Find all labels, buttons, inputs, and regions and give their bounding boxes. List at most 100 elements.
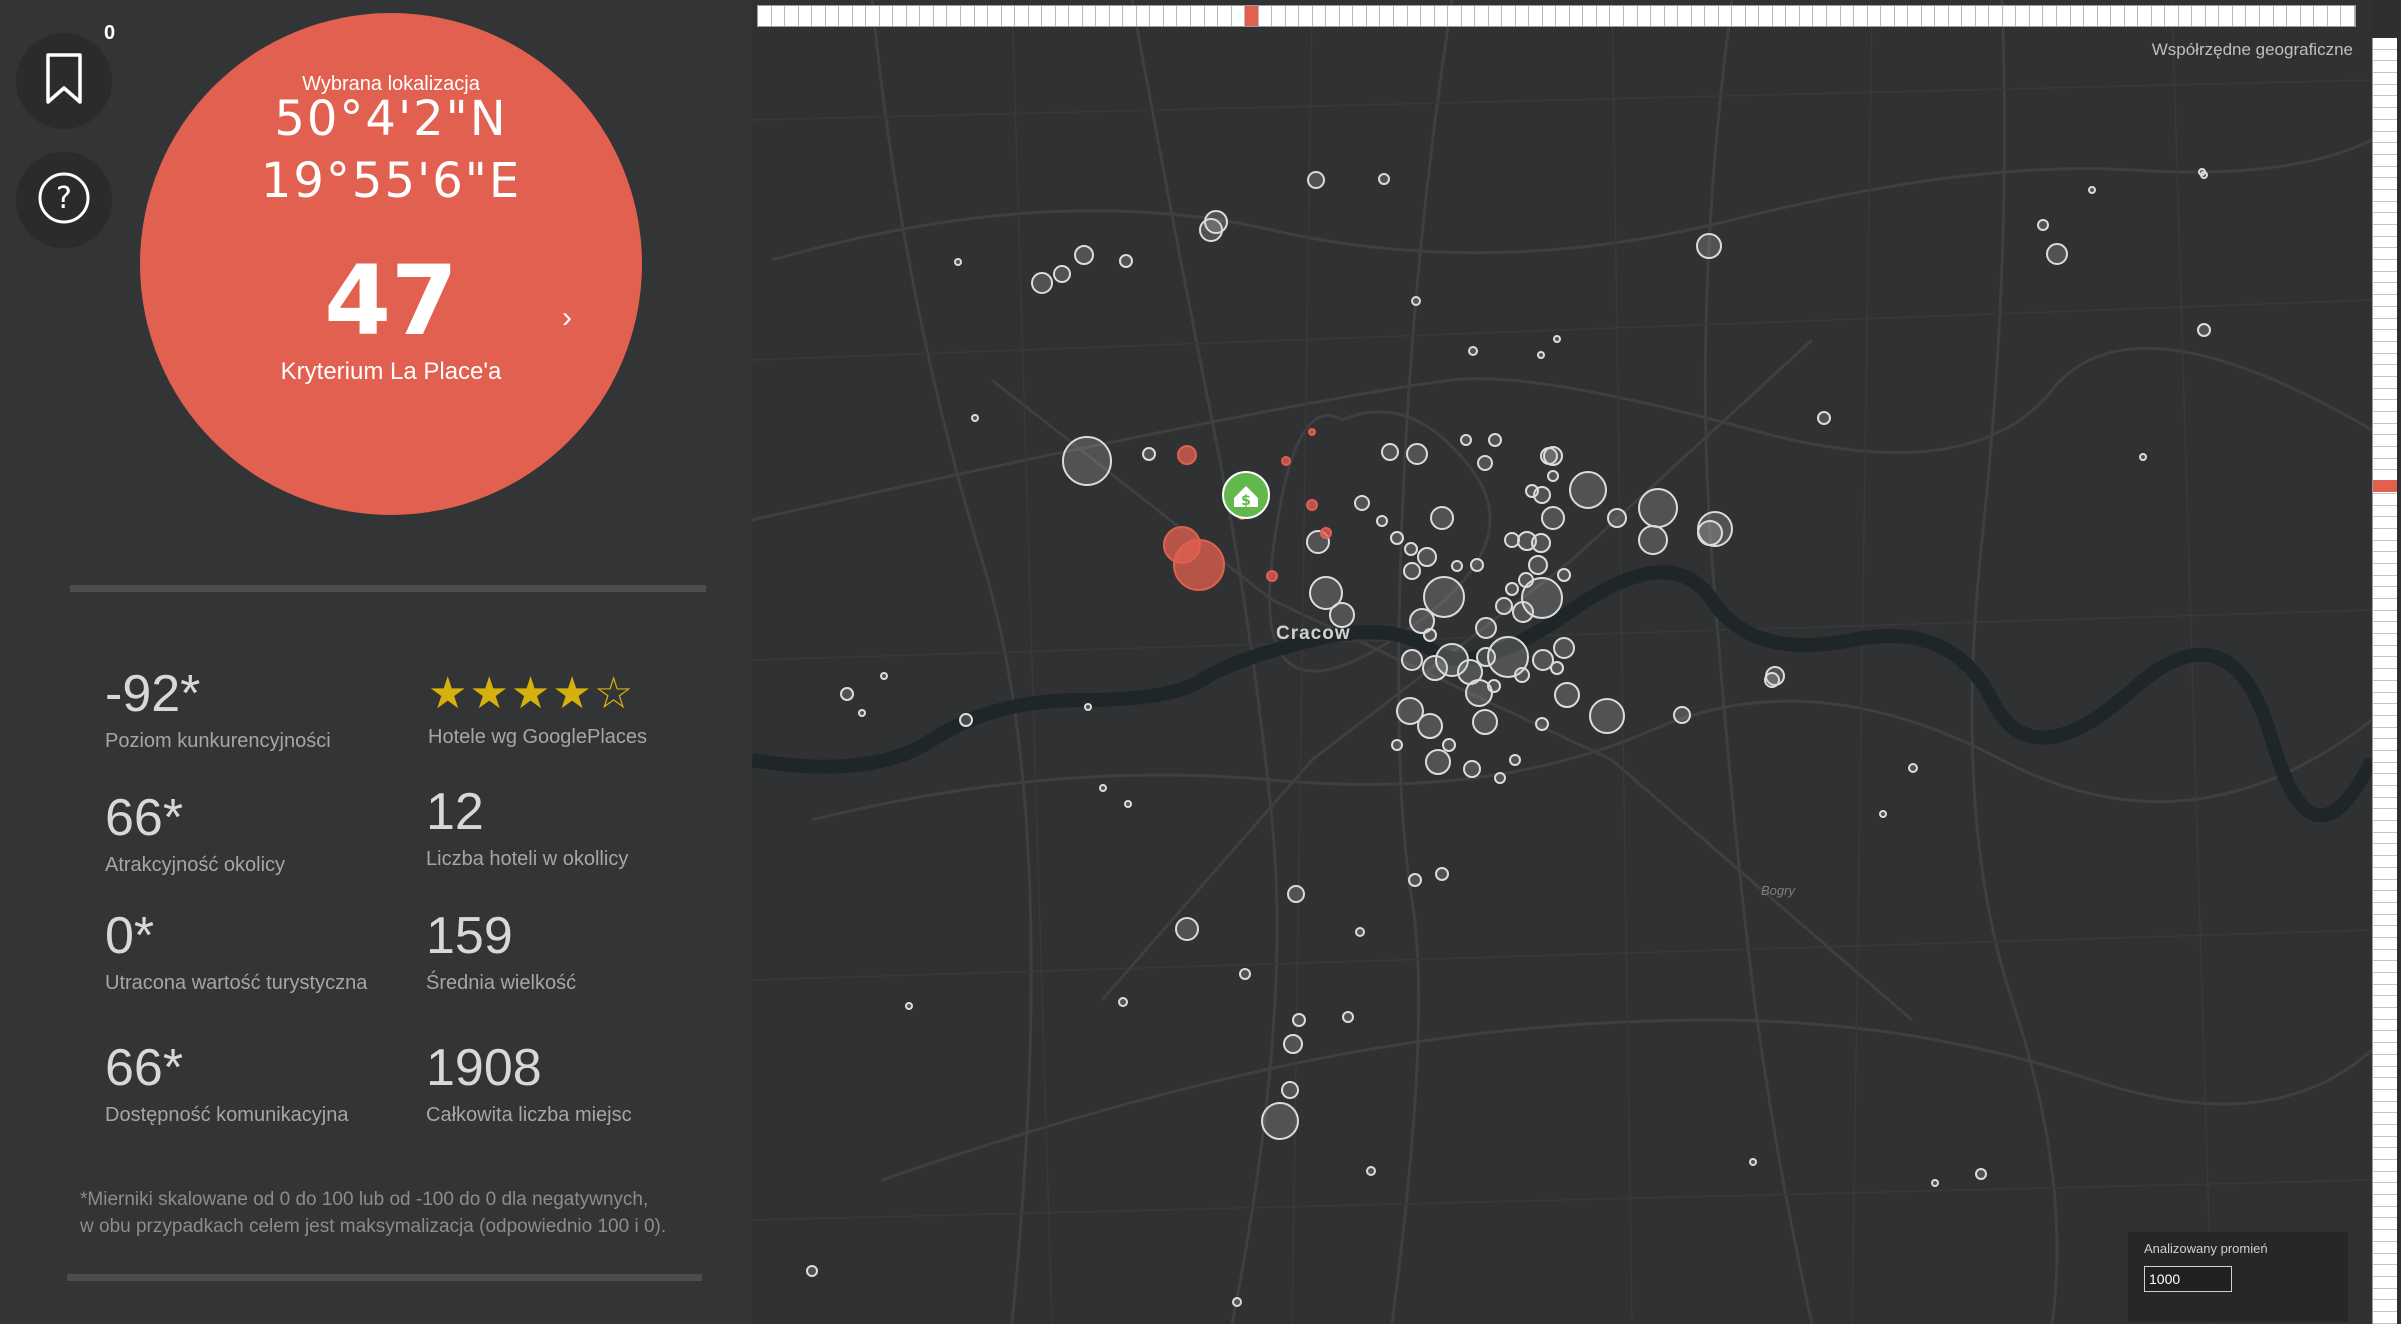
timeline-tick[interactable]: [2151, 6, 2166, 26]
vertical-slicer-tick[interactable]: [2373, 693, 2397, 705]
timeline-tick[interactable]: [1556, 6, 1570, 26]
vertical-slicer-tick[interactable]: [2373, 915, 2397, 927]
hotel-marker[interactable]: [1638, 525, 1668, 555]
timeline-tick[interactable]: [988, 6, 1002, 26]
timeline-tick[interactable]: [1421, 6, 1435, 26]
vertical-slicer-tick[interactable]: [2373, 821, 2397, 833]
timeline-tick[interactable]: [2232, 6, 2247, 26]
timeline-tick[interactable]: [866, 6, 880, 26]
competitor-marker[interactable]: [1177, 445, 1197, 465]
timeline-tick[interactable]: [1799, 6, 1814, 26]
timeline-tick[interactable]: [2314, 6, 2328, 26]
competitor-marker[interactable]: [1281, 456, 1291, 466]
hotel-marker[interactable]: [1175, 917, 1199, 941]
hotel-marker[interactable]: [1355, 927, 1365, 937]
timeline-tick[interactable]: [2124, 6, 2139, 26]
vertical-slicer-tick[interactable]: [2373, 389, 2397, 401]
hotel-marker[interactable]: [880, 672, 888, 680]
vertical-slicer-tick[interactable]: [2373, 552, 2397, 564]
timeline-tick[interactable]: [2192, 6, 2206, 26]
hotel-marker[interactable]: [1342, 1011, 1354, 1023]
vertical-slicer[interactable]: [2372, 38, 2397, 1324]
vertical-slicer-tick[interactable]: [2373, 938, 2397, 950]
hotel-marker[interactable]: [1435, 867, 1449, 881]
vertical-slicer-tick[interactable]: [2373, 1137, 2397, 1149]
vertical-slicer-tick[interactable]: [2373, 1031, 2397, 1044]
vertical-slicer-tick[interactable]: [2373, 1218, 2397, 1231]
timeline-tick[interactable]: [1840, 6, 1855, 26]
hotel-marker[interactable]: [1531, 533, 1551, 553]
timeline-tick[interactable]: [1502, 6, 1516, 26]
vertical-slicer-tick[interactable]: [2373, 1195, 2397, 1207]
vertical-slicer-tick[interactable]: [2373, 1265, 2397, 1277]
vertical-slicer-tick[interactable]: [2373, 961, 2397, 973]
timeline-tick[interactable]: [1786, 6, 1800, 26]
hotel-marker[interactable]: [1376, 515, 1388, 527]
hotel-marker[interactable]: [1404, 542, 1418, 556]
vertical-slicer-tick[interactable]: [2373, 307, 2397, 319]
vertical-slicer-tick[interactable]: [2373, 330, 2397, 342]
hotel-marker[interactable]: [1261, 1102, 1299, 1140]
vertical-slicer-tick[interactable]: [2373, 412, 2397, 424]
hotel-marker[interactable]: [971, 414, 979, 422]
timeline-tick[interactable]: [1055, 6, 1070, 26]
hotel-marker[interactable]: [1475, 617, 1497, 639]
timeline-tick[interactable]: [1678, 6, 1692, 26]
timeline-tick[interactable]: [2165, 6, 2179, 26]
vertical-slicer-tick[interactable]: [2373, 1289, 2397, 1301]
timeline-tick[interactable]: [1962, 6, 1976, 26]
timeline-tick[interactable]: [1908, 6, 1922, 26]
competitor-marker[interactable]: [1308, 428, 1316, 436]
timeline-tick[interactable]: [1136, 6, 1151, 26]
timeline-tick[interactable]: [1989, 6, 2003, 26]
vertical-slicer-tick[interactable]: [2373, 657, 2397, 670]
hotel-marker[interactable]: [858, 709, 866, 717]
vertical-slicer-tick[interactable]: [2373, 716, 2397, 728]
timeline-tick[interactable]: [893, 6, 907, 26]
vertical-slicer-tick[interactable]: [2373, 96, 2397, 109]
vertical-slicer-tick[interactable]: [2373, 1008, 2397, 1020]
hotel-marker[interactable]: [1281, 1081, 1299, 1099]
competitor-marker[interactable]: [1306, 499, 1318, 511]
timeline-tick[interactable]: [1272, 6, 1286, 26]
hotel-marker[interactable]: [954, 258, 962, 266]
vertical-slicer-tick[interactable]: [2373, 85, 2397, 97]
hotel-marker[interactable]: [1696, 233, 1722, 259]
vertical-slicer-tick[interactable]: [2373, 73, 2397, 85]
hotel-marker[interactable]: [1541, 506, 1565, 530]
hotel-marker[interactable]: [1537, 351, 1545, 359]
timeline-tick[interactable]: [1894, 6, 1909, 26]
vertical-slicer-tick[interactable]: [2373, 763, 2397, 775]
hotel-marker[interactable]: [905, 1002, 913, 1010]
timeline-tick[interactable]: [2138, 6, 2152, 26]
hotel-marker[interactable]: [959, 713, 973, 727]
hotel-marker[interactable]: [1673, 706, 1691, 724]
timeline-tick[interactable]: [1434, 6, 1449, 26]
vertical-slicer-tick[interactable]: [2373, 576, 2397, 588]
timeline-tick[interactable]: [1542, 6, 1557, 26]
timeline-tick[interactable]: [1042, 6, 1056, 26]
hotel-marker[interactable]: [1451, 560, 1463, 572]
hotel-marker[interactable]: [1417, 713, 1443, 739]
hotel-marker[interactable]: [1411, 296, 1421, 306]
timeline-tick[interactable]: [2287, 6, 2301, 26]
timeline-tick[interactable]: [1096, 6, 1110, 26]
vertical-slicer-tick[interactable]: [2373, 973, 2397, 985]
vertical-slicer-tick[interactable]: [2373, 354, 2397, 366]
timeline-tick[interactable]: [758, 6, 772, 26]
competitor-marker[interactable]: [1320, 527, 1332, 539]
timeline-tick[interactable]: [1407, 6, 1422, 26]
vertical-slicer-tick[interactable]: [2373, 798, 2397, 810]
hotel-marker[interactable]: [1495, 597, 1513, 615]
hotel-marker[interactable]: [1232, 1297, 1242, 1307]
vertical-slicer-tick[interactable]: [2373, 774, 2397, 786]
timeline-tick[interactable]: [1299, 6, 1313, 26]
vertical-slicer-tick[interactable]: [2373, 1300, 2397, 1312]
timeline-tick[interactable]: [2327, 6, 2342, 26]
radius-input[interactable]: [2144, 1266, 2232, 1292]
timeline-tick[interactable]: [1651, 6, 1665, 26]
timeline-tick[interactable]: [812, 6, 826, 26]
hotel-marker[interactable]: [1607, 508, 1627, 528]
hotel-marker[interactable]: [1391, 739, 1403, 751]
hotel-marker[interactable]: [1764, 672, 1780, 688]
